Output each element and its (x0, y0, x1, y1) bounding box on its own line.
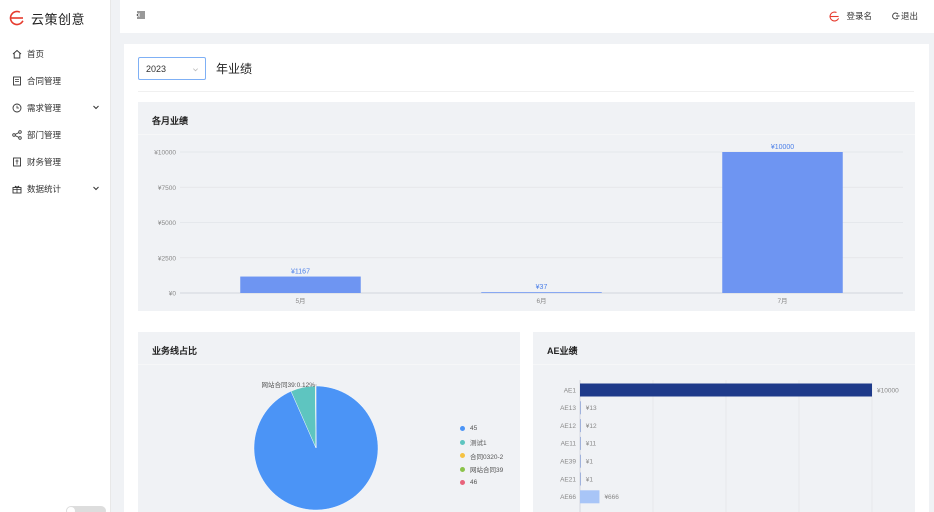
y-tick-label: AE39 (560, 459, 576, 466)
bar-value-label: ¥13 (586, 405, 597, 412)
x-tick-label: 7月 (777, 297, 787, 305)
brand-name: 云策创意 (31, 11, 86, 27)
legend-item[interactable]: 45 (460, 422, 503, 436)
share-icon (12, 129, 22, 140)
sidebar-item-label: 财务管理 (27, 156, 62, 167)
y-tick-label: AE66 (560, 494, 576, 501)
legend-swatch (460, 480, 465, 486)
business-line-card: 业务线占比 网站合同39:0.12% 45 测试1 合同0320-2 网站合同39 46 (138, 332, 520, 512)
sidebar-item-requirements[interactable]: 需求管理 (0, 94, 110, 121)
bar (580, 454, 581, 468)
bar-value-label: ¥12 (586, 423, 597, 430)
bar (580, 401, 581, 415)
bar (722, 152, 843, 293)
sidebar-item-statistics[interactable]: 数据统计 (0, 175, 110, 202)
y-tick-label: AE1 (564, 387, 577, 394)
legend-label: 测试1 (470, 440, 487, 448)
bar (481, 292, 602, 293)
legend-label: 合同0320-2 (470, 453, 504, 461)
gift-icon (12, 185, 22, 193)
chevron-down-icon (93, 105, 99, 110)
collapse-toggle[interactable] (66, 506, 106, 512)
y-tick-label: ¥7500 (158, 185, 176, 192)
ae-bar-chart: AE1 ¥10000 AE13 ¥13 AE12 ¥12 AE11 ¥11 AE39 ¥1 AE21… (560, 380, 899, 512)
sidebar-item-label: 首页 (27, 48, 45, 59)
legend-swatch (460, 453, 465, 459)
sidebar-item-label: 部门管理 (27, 129, 62, 140)
legend-item[interactable]: 测试1 (460, 436, 503, 450)
bar-value-label: ¥1 (586, 459, 594, 466)
chevron-down-icon (193, 68, 198, 72)
bar-value-label: ¥10000 (771, 144, 794, 151)
top-header: 登录名 退出 (120, 0, 934, 33)
sidebar-item-label: 需求管理 (27, 102, 62, 113)
bar (240, 276, 361, 293)
legend-label: 网站合同39 (470, 467, 504, 475)
pie-slice-label: 网站合同39:0.12% (262, 380, 316, 389)
year-select-value: 2023 (146, 64, 167, 74)
logout-icon (892, 12, 900, 20)
y-tick-label: AE21 (560, 476, 576, 483)
legend-swatch (460, 466, 465, 472)
bar (580, 383, 872, 397)
logo-icon (9, 10, 25, 26)
sidebar-item-home[interactable]: 首页 (0, 40, 110, 67)
bar (580, 436, 581, 450)
sidebar-item-label: 数据统计 (27, 183, 62, 194)
legend-label: 45 (470, 425, 478, 433)
legend-item[interactable]: 合同0320-2 (460, 449, 503, 463)
y-tick-label: AE13 (560, 405, 576, 412)
bar-value-label: ¥1167 (291, 269, 310, 276)
page-title: 年业绩 (216, 62, 253, 76)
y-tick-label: ¥2500 (158, 255, 176, 262)
bar-value-label: ¥10000 (877, 387, 899, 394)
sidebar-item-finance[interactable]: 财务管理 (0, 148, 110, 175)
logout-button[interactable]: 退出 (892, 10, 918, 22)
sidebar-menu: 首页 合同管理 需求管理 部门管理 财务管理 数据统计 (0, 40, 110, 202)
legend-label: 46 (470, 479, 478, 487)
x-tick-label: 5月 (295, 297, 305, 305)
legend-swatch (460, 439, 465, 445)
legend-item[interactable]: 网站合同39 (460, 463, 503, 477)
menu-fold-icon[interactable] (136, 10, 146, 20)
bar-value-label: ¥1 (586, 476, 594, 483)
ae-performance-card: AE业绩 AE1 ¥10000 AE13 ¥13 AE12 ¥12 AE11 ¥11 AE39 ¥… (533, 332, 915, 512)
y-tick-label: AE12 (560, 423, 576, 430)
monthly-performance-card: 各月业绩 ¥0 ¥2500 ¥5000 ¥7500 ¥10000 ¥1167 5月 ¥37 6月… (138, 102, 915, 311)
y-tick-label: ¥5000 (158, 220, 176, 227)
pie-legend: 45 测试1 合同0320-2 网站合同39 46 (460, 422, 503, 490)
ledger-icon (13, 157, 21, 166)
bar-value-label: ¥666 (604, 494, 619, 501)
divider (138, 91, 914, 92)
bar-value-label: ¥11 (586, 441, 597, 448)
legend-swatch (460, 426, 465, 432)
filter-row: 2023 年业绩 (138, 57, 252, 80)
main-content: 2023 年业绩 各月业绩 ¥0 ¥2500 ¥5000 ¥7500 ¥10000 ¥11… (124, 44, 929, 512)
bar (580, 419, 581, 433)
y-tick-label: ¥10000 (154, 150, 176, 157)
username: 登录名 (846, 11, 872, 21)
sidebar-item-departments[interactable]: 部门管理 (0, 121, 110, 148)
sidebar-item-contracts[interactable]: 合同管理 (0, 67, 110, 94)
chevron-down-icon (93, 186, 99, 191)
bar-value-label: ¥37 (536, 284, 548, 291)
home-icon (12, 49, 22, 58)
y-tick-label: AE11 (561, 441, 577, 448)
year-select[interactable]: 2023 (138, 57, 206, 80)
sidebar: 云策创意 首页 合同管理 需求管理 部门管理 财务管理 数据统计 (0, 0, 111, 512)
legend-item[interactable]: 46 (460, 476, 503, 490)
user-logo-icon (829, 10, 841, 22)
brand[interactable]: 云策创意 (0, 0, 110, 36)
sidebar-item-label: 合同管理 (27, 75, 62, 86)
x-tick-label: 6月 (536, 297, 546, 305)
document-icon (13, 76, 21, 85)
y-tick-label: ¥0 (169, 291, 177, 298)
user-menu[interactable]: 登录名 (829, 10, 872, 22)
bar (580, 490, 600, 504)
clock-icon (12, 103, 22, 112)
bar (580, 472, 581, 486)
monthly-bar-chart: ¥0 ¥2500 ¥5000 ¥7500 ¥10000 ¥1167 5月 ¥37 6月 ¥1000… (154, 144, 903, 305)
logout-label: 退出 (900, 11, 918, 21)
